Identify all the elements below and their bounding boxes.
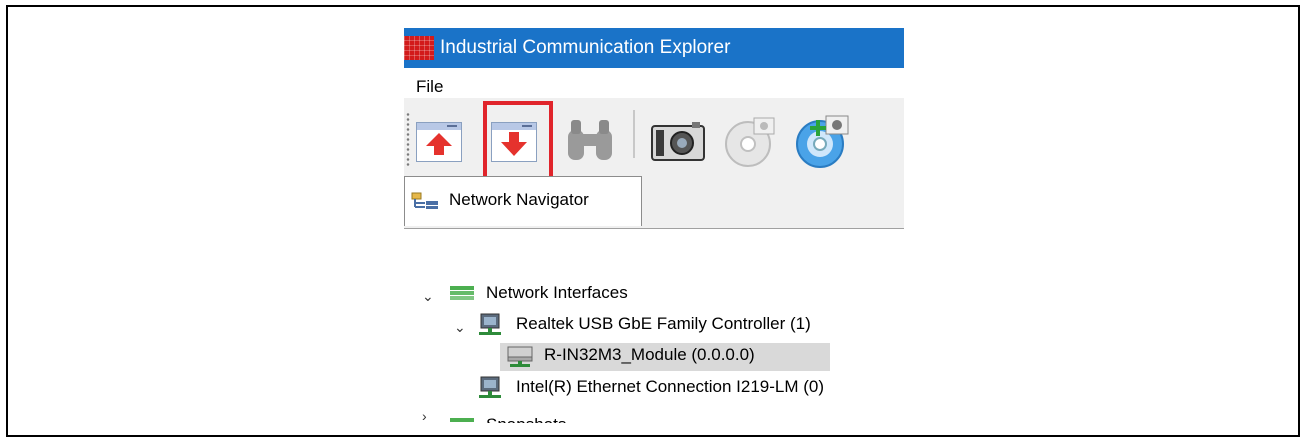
title-bar[interactable]: Industrial Communication Explorer — [404, 28, 904, 68]
network-interfaces-icon — [450, 286, 474, 300]
tree-item-intel[interactable]: Intel(R) Ethernet Connection I219-LM (0) — [516, 377, 824, 397]
tree-item-snapshots[interactable]: Snapshots — [486, 415, 566, 423]
toolbar-separator — [633, 110, 635, 158]
find-button[interactable] — [562, 116, 622, 171]
collapse-chevron-icon[interactable]: › — [422, 414, 427, 423]
snapshot-disc-button[interactable] — [720, 114, 780, 173]
add-snapshot-button[interactable] — [792, 112, 854, 175]
network-adapter-icon — [479, 313, 501, 335]
network-navigator-icon — [411, 192, 438, 209]
toolbar-grip[interactable] — [406, 112, 410, 166]
device-icon — [507, 346, 533, 367]
tree-item-network-interfaces[interactable]: Network Interfaces — [486, 283, 628, 303]
tree-item-module[interactable]: R-IN32M3_Module (0.0.0.0) — [544, 345, 755, 365]
camera-icon — [651, 122, 705, 161]
expand-chevron-icon[interactable]: ⌄ — [422, 288, 434, 305]
snapshot-camera-button[interactable] — [650, 120, 708, 169]
menu-file[interactable]: File — [416, 77, 443, 97]
red-up-arrow-window-icon — [416, 122, 462, 162]
app-logo-icon — [404, 36, 434, 60]
snapshots-icon — [450, 418, 474, 422]
tree-item-realtek[interactable]: Realtek USB GbE Family Controller (1) — [516, 314, 811, 334]
highlight-box — [483, 101, 553, 184]
disc-add-icon — [796, 115, 849, 168]
network-adapter-icon — [479, 376, 501, 398]
tab-label: Network Navigator — [449, 190, 589, 209]
menu-bar — [404, 68, 904, 98]
window-title: Industrial Communication Explorer — [440, 37, 731, 58]
binoculars-icon — [568, 120, 612, 160]
tree-clip: › Snapshots — [404, 414, 904, 423]
disc-icon — [725, 117, 775, 167]
expand-chevron-icon[interactable]: ⌄ — [454, 319, 466, 336]
